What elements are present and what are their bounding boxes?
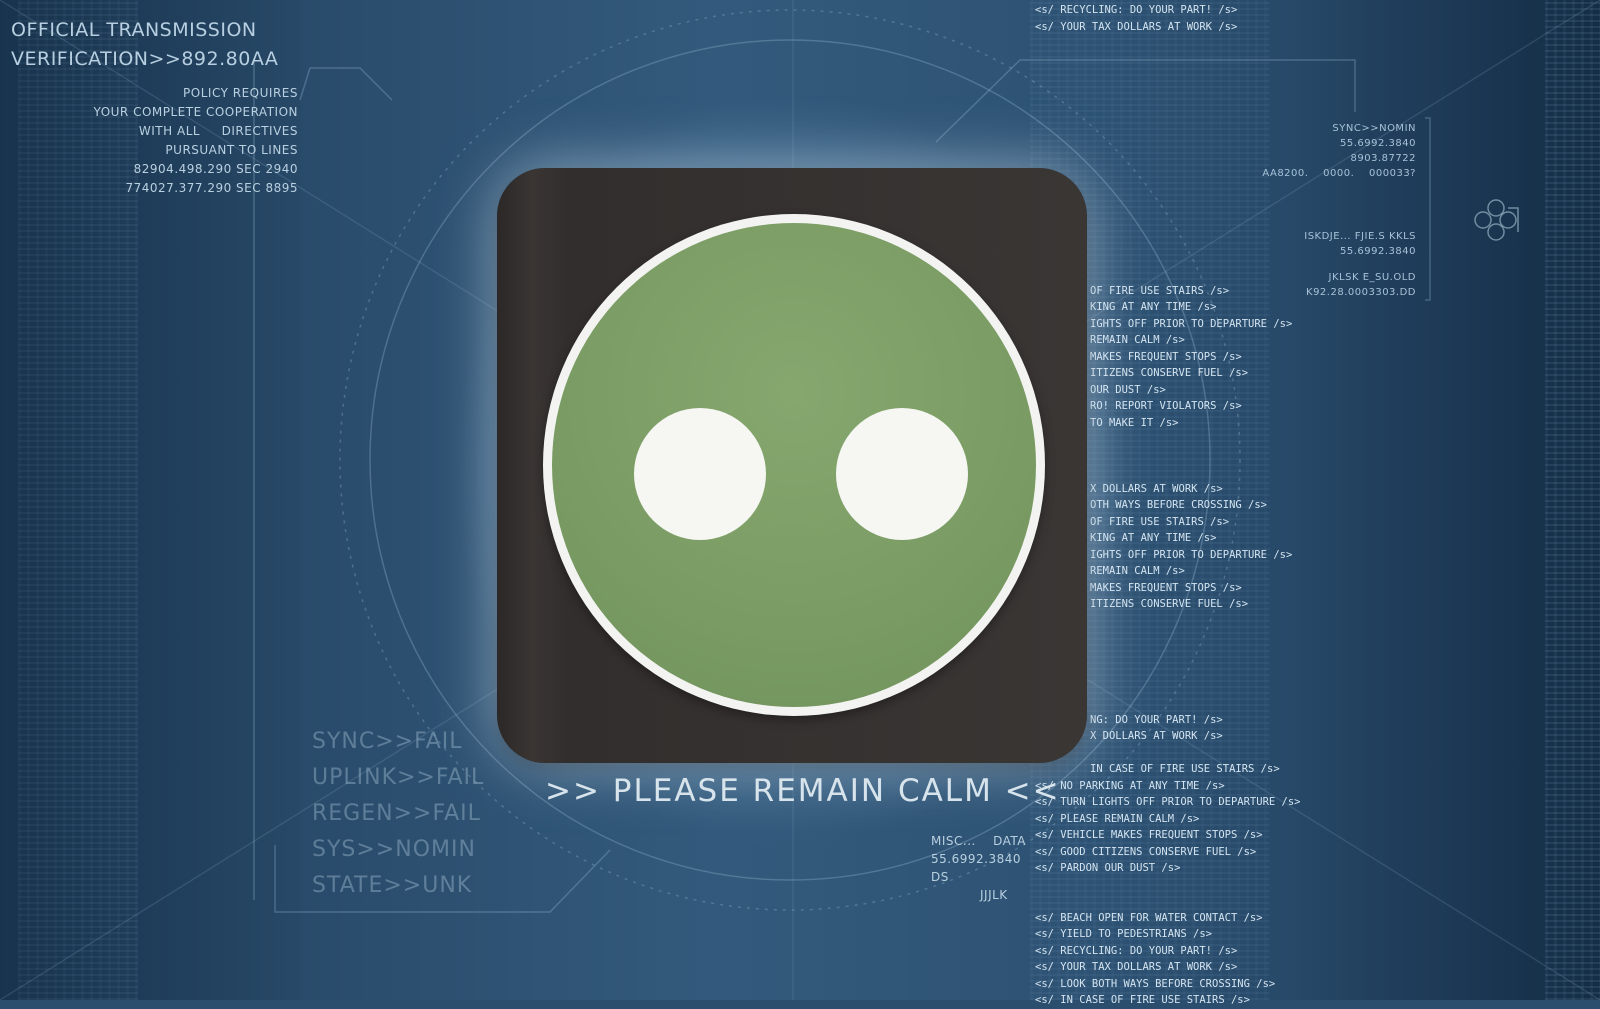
status-sys: SYS>>NOMIN (312, 837, 476, 862)
stream-line: <s/ IN CASE OF FIRE USE STAIRS /s> (1035, 994, 1250, 1006)
sync-status: SYNC>>NOMIN (1332, 123, 1416, 134)
message-stream: <s/ RECYCLING: DO YOUR PART! /s> <s/ YOUR… (1035, 2, 1301, 1006)
right-value-1: 55.6992.3840 (1340, 138, 1416, 149)
stream-line (1035, 893, 1301, 910)
stream-line (1035, 118, 1301, 135)
right-value-2: 8903.87722 (1350, 153, 1416, 164)
face (552, 223, 1036, 707)
stream-line: <s/ PLEASE REMAIN CALM /s> (1035, 812, 1200, 825)
policy-line-2: YOUR COMPLETE COOPERATION (93, 105, 298, 119)
stream-line (1035, 151, 1301, 168)
left-eye (634, 408, 766, 540)
policy-line-6: 774027.377.290 SEC 8895 (125, 181, 298, 195)
misc-jjjlk: JJJLK (980, 888, 1008, 902)
stream-line: <s/ YIELD TO PEDESTRIANS /s> (1035, 928, 1213, 940)
robot-face-icon[interactable] (497, 168, 1087, 763)
stream-line: <s/ TURN LIGHTS OFF PRIOR TO DEPARTURE /… (1035, 796, 1301, 808)
verification-code: VERIFICATION>>892.80AA (11, 48, 279, 70)
policy-line-5: 82904.498.290 SEC 2940 (133, 162, 298, 176)
status-state: STATE>>UNK (312, 873, 473, 898)
stream-line (1035, 101, 1301, 118)
status-list: SYNC>>FAIL UPLINK>>FAIL REGEN>>FAIL SYS>… (312, 724, 484, 904)
stream-line (1035, 35, 1301, 52)
hexagon-cluster-icon (1474, 199, 1519, 241)
stream-line: <s/ NO PARKING AT ANY TIME /s> (1035, 779, 1225, 792)
right-jklsk: JKLSK E_SU.OLD (1328, 272, 1416, 283)
right-eye (836, 408, 968, 540)
right-value-4: K92.28.0003303.DD (1306, 287, 1416, 298)
stream-line: <s/ GOOD CITIZENS CONSERVE FUEL /s> (1035, 845, 1257, 858)
stream-line: <s/ BEACH OPEN FOR WATER CONTACT /s> (1035, 911, 1263, 924)
stream-line: <s/ RECYCLING: DO YOUR PART! /s> (1035, 4, 1238, 16)
stream-line (1035, 877, 1301, 894)
status-sync: SYNC>>FAIL (312, 729, 463, 754)
stream-line (1035, 85, 1301, 102)
right-iskdje: ISKDJE... FJIE.S KKLS (1304, 231, 1416, 242)
stream-line: IN CASE OF FIRE USE STAIRS /s> (1090, 763, 1280, 775)
transmission-title: OFFICIAL TRANSMISSION (11, 19, 257, 41)
status-uplink: UPLINK>>FAIL (312, 765, 485, 790)
stream-line (1035, 745, 1301, 762)
stream-line (1035, 134, 1301, 151)
right-value-3: 55.6992.3840 (1340, 246, 1416, 257)
stream-line: <s/ YOUR TAX DOLLARS AT WORK /s> (1035, 20, 1238, 33)
stream-line (1035, 167, 1301, 184)
stream-line: <s/ LOOK BOTH WAYS BEFORE CROSSING /s> (1035, 977, 1276, 990)
misc-value: 55.6992.3840 (931, 852, 1021, 866)
calm-banner: >> PLEASE REMAIN CALM << (545, 773, 1061, 809)
misc-ds: DS (931, 870, 949, 884)
misc-label: MISC... DATA (931, 834, 1027, 848)
stream-line: <s/ VEHICLE MAKES FREQUENT STOPS /s> (1035, 829, 1263, 841)
face-ring (543, 214, 1045, 716)
stream-line: <s/ RECYCLING: DO YOUR PART! /s> (1035, 944, 1238, 957)
stream-line (1035, 68, 1301, 85)
policy-line-3: WITH ALL DIRECTIVES (138, 124, 298, 138)
policy-line-4: PURSUANT TO LINES (165, 143, 298, 157)
stream-line: <s/ YOUR TAX DOLLARS AT WORK /s> (1035, 961, 1238, 973)
policy-line-1: POLICY REQUIRES (183, 86, 298, 100)
stream-line (1035, 52, 1301, 69)
stream-line: <s/ PARDON OUR DUST /s> (1035, 862, 1181, 874)
status-regen: REGEN>>FAIL (312, 801, 481, 826)
